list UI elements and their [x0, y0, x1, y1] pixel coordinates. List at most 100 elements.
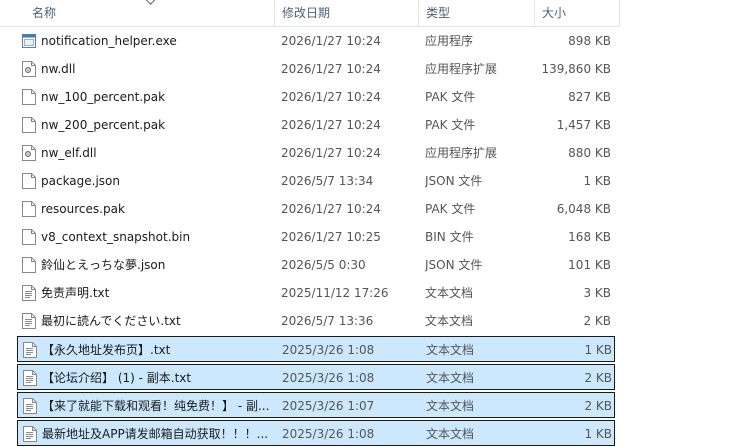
file-modified-date: 2025/3/26 1:08	[282, 343, 375, 357]
file-modified-date: 2025/11/12 17:26	[281, 286, 389, 300]
file-size: 139,860 KB	[541, 62, 611, 76]
file-size: 880 KB	[568, 146, 611, 160]
file-modified-date: 2025/3/26 1:08	[282, 427, 375, 441]
file-row[interactable]: resources.pak 2026/1/27 10:24 PAK 文件 6,048 …	[0, 196, 620, 222]
file-type: 文本文档	[425, 314, 474, 328]
file-row[interactable]: v8_context_snapshot.bin 2026/1/27 10:25 BI…	[0, 224, 620, 250]
file-size: 3 KB	[583, 286, 611, 300]
file-size: 2 KB	[584, 399, 612, 413]
text-file-icon	[22, 313, 36, 329]
file-type: 应用程序扩展	[425, 146, 498, 160]
file-modified-date: 2025/3/26 1:08	[282, 371, 375, 385]
text-file-icon	[22, 285, 36, 301]
file-row[interactable]: 【来了就能下载和观看！纯免费！】 - 副... 2025/3/26 1:07 文本文…	[17, 392, 615, 418]
file-size: 6,048 KB	[556, 202, 611, 216]
file-row[interactable]: notification_helper.exe 2026/1/27 10:24 应用…	[0, 28, 620, 54]
file-type: JSON 文件	[425, 174, 483, 188]
file-icon	[22, 89, 36, 105]
file-name: 最初に読んでください.txt	[41, 314, 181, 328]
file-name: 【论坛介绍】 (1) - 副本.txt	[42, 371, 192, 385]
file-type: BIN 文件	[425, 230, 474, 244]
file-row[interactable]: 鈴仙とえっちな夢.json 2026/5/5 0:30 JSON 文件 101 KB	[0, 252, 620, 278]
file-modified-date: 2026/5/7 13:36	[281, 314, 374, 328]
column-header-type[interactable]: 类型	[418, 0, 534, 26]
file-size: 2 KB	[583, 314, 611, 328]
dll-icon	[22, 145, 36, 161]
dll-icon	[22, 61, 36, 77]
file-modified-date: 2026/1/27 10:24	[281, 202, 381, 216]
file-type: PAK 文件	[425, 90, 476, 104]
file-size: 168 KB	[568, 230, 611, 244]
file-size: 1 KB	[583, 174, 611, 188]
file-size: 1,457 KB	[556, 118, 611, 132]
file-type: 文本文档	[426, 399, 475, 413]
file-size: 1 KB	[584, 343, 612, 357]
file-name: 鈴仙とえっちな夢.json	[41, 258, 166, 272]
file-row[interactable]: package.json 2026/5/7 13:34 JSON 文件 1 KB	[0, 168, 620, 194]
text-file-icon	[23, 398, 37, 414]
file-name: 免责声明.txt	[41, 286, 110, 300]
file-row[interactable]: 最初に読んでください.txt 2026/5/7 13:36 文本文档 2 KB	[0, 308, 620, 334]
file-name: nw_100_percent.pak	[41, 90, 166, 104]
text-file-icon	[23, 342, 37, 358]
file-row[interactable]: nw_100_percent.pak 2026/1/27 10:24 PAK 文件 8…	[0, 84, 620, 110]
file-modified-date: 2026/5/7 13:34	[281, 174, 374, 188]
file-type: 文本文档	[426, 343, 475, 357]
file-icon	[22, 257, 36, 273]
file-modified-date: 2026/1/27 10:24	[281, 118, 381, 132]
file-icon	[22, 117, 36, 133]
file-name: 【来了就能下载和观看！纯免费！】 - 副...	[42, 399, 270, 413]
column-header-date[interactable]: 修改日期	[274, 0, 418, 26]
file-row[interactable]: 最新地址及APP请发邮箱自动获取！！！... 2025/3/26 1:08 文本文档…	[17, 420, 615, 446]
file-type: 文本文档	[426, 371, 475, 385]
column-header-name-label: 名称	[32, 6, 57, 20]
file-name: 【永久地址发布页】.txt	[42, 343, 171, 357]
file-row[interactable]: nw.dll 2026/1/27 10:24 应用程序扩展 139,860 KB	[0, 56, 620, 82]
file-modified-date: 2026/1/27 10:24	[281, 62, 381, 76]
file-name: nw.dll	[41, 62, 76, 76]
text-file-icon	[23, 426, 37, 442]
file-size: 827 KB	[568, 90, 611, 104]
file-icon	[22, 173, 36, 189]
file-type: JSON 文件	[425, 258, 483, 272]
file-size: 2 KB	[584, 371, 612, 385]
file-name: 最新地址及APP请发邮箱自动获取！！！...	[42, 427, 269, 441]
file-row[interactable]: nw_elf.dll 2026/1/27 10:24 应用程序扩展 880 KB	[0, 140, 620, 166]
file-modified-date: 2026/1/27 10:24	[281, 146, 381, 160]
file-type: PAK 文件	[425, 118, 476, 132]
file-type: 应用程序	[425, 34, 474, 48]
file-modified-date: 2026/1/27 10:24	[281, 34, 381, 48]
file-size: 1 KB	[584, 427, 612, 441]
file-row[interactable]: nw_200_percent.pak 2026/1/27 10:24 PAK 文件 1…	[0, 112, 620, 138]
column-header-bar: 名称 修改日期 类型 大小	[0, 0, 620, 27]
file-modified-date: 2026/1/27 10:24	[281, 90, 381, 104]
file-name: nw_200_percent.pak	[41, 118, 166, 132]
file-type: 文本文档	[426, 427, 475, 441]
file-modified-date: 2025/3/26 1:07	[282, 399, 375, 413]
file-name: resources.pak	[41, 202, 125, 216]
file-modified-date: 2026/5/5 0:30	[281, 258, 366, 272]
file-name: nw_elf.dll	[41, 146, 97, 160]
column-header-date-label: 修改日期	[282, 6, 331, 20]
file-modified-date: 2026/1/27 10:25	[281, 230, 381, 244]
file-icon	[22, 229, 36, 245]
file-row[interactable]: 【永久地址发布页】.txt 2025/3/26 1:08 文本文档 1 KB	[17, 336, 615, 362]
exe-icon	[22, 33, 36, 49]
file-icon	[22, 201, 36, 217]
file-size: 101 KB	[568, 258, 611, 272]
column-header-type-label: 类型	[426, 6, 451, 20]
file-type: 应用程序扩展	[425, 62, 498, 76]
column-header-size[interactable]: 大小	[534, 0, 620, 26]
file-row[interactable]: 【论坛介绍】 (1) - 副本.txt 2025/3/26 1:08 文本文档 2 K…	[17, 364, 615, 390]
column-divider[interactable]	[619, 0, 620, 26]
file-row[interactable]: 免责声明.txt 2025/11/12 17:26 文本文档 3 KB	[0, 280, 620, 306]
file-name: notification_helper.exe	[41, 34, 177, 48]
file-type: 文本文档	[425, 286, 474, 300]
file-name: package.json	[41, 174, 121, 188]
file-type: PAK 文件	[425, 202, 476, 216]
file-size: 898 KB	[568, 34, 611, 48]
text-file-icon	[23, 370, 37, 386]
file-name: v8_context_snapshot.bin	[41, 230, 191, 244]
column-header-size-label: 大小	[542, 6, 567, 20]
column-header-name[interactable]: 名称	[24, 0, 274, 26]
